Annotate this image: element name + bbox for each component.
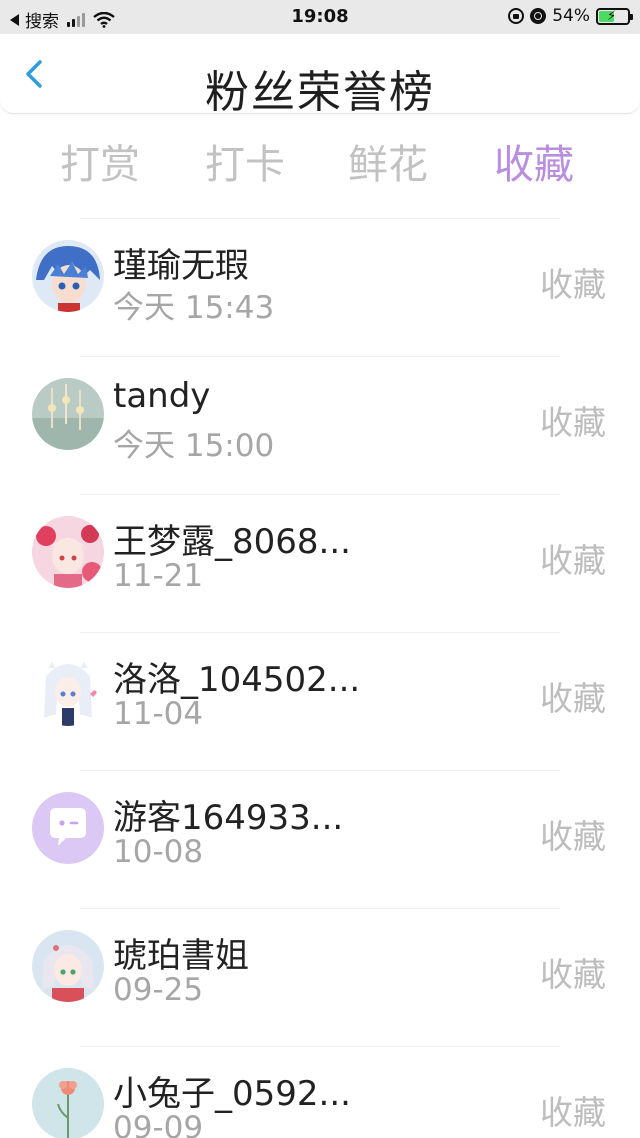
avatar[interactable] xyxy=(32,654,104,726)
divider xyxy=(80,908,560,909)
fan-name: 游客164933... xyxy=(113,798,344,838)
favorite-label: 收藏 xyxy=(540,1093,606,1132)
fan-name: tandy xyxy=(113,376,211,416)
list-item[interactable]: 游客164933... 10-08 收藏 xyxy=(0,762,640,900)
divider xyxy=(80,1046,560,1047)
favorite-label: 收藏 xyxy=(540,679,606,718)
list-item[interactable]: 王梦露_8068... 11-21 收藏 xyxy=(0,486,640,624)
charging-bolt-icon: ⚡ xyxy=(607,8,617,24)
fan-time: 09-25 xyxy=(113,972,204,1008)
divider xyxy=(80,632,560,633)
divider xyxy=(80,494,560,495)
list-item[interactable]: tandy 今天 15:00 收藏 xyxy=(0,348,640,486)
tab-favorites[interactable]: 收藏 xyxy=(494,132,574,190)
divider xyxy=(80,770,560,771)
fan-name: 琥珀書姐 xyxy=(113,936,249,976)
status-bar: 搜索 19:08 54% ⚡ xyxy=(0,0,640,34)
nav-header: 粉丝荣誉榜 xyxy=(0,34,640,118)
divider xyxy=(80,356,560,357)
fan-time: 今天 15:43 xyxy=(113,290,275,326)
battery-percent: 54% xyxy=(552,6,590,26)
fan-time: 11-04 xyxy=(113,696,204,732)
fan-name: 王梦露_8068... xyxy=(113,522,351,562)
fan-time: 今天 15:00 xyxy=(113,428,275,464)
list-item[interactable]: 洛洛_104502... 11-04 收藏 xyxy=(0,624,640,762)
list-item[interactable]: 小兔子_0592... 09-09 收藏 xyxy=(0,1038,640,1138)
fan-time: 11-21 xyxy=(113,558,204,594)
tab-bar: 打赏 打卡 鲜花 收藏 xyxy=(0,124,640,194)
fan-time: 10-08 xyxy=(113,834,204,870)
tab-reward[interactable]: 打赏 xyxy=(60,132,140,190)
avatar[interactable] xyxy=(32,240,104,312)
divider xyxy=(80,218,560,219)
fan-name: 瑾瑜无瑕 xyxy=(113,246,249,286)
tab-checkin[interactable]: 打卡 xyxy=(205,132,285,190)
list-item[interactable]: 琥珀書姐 09-25 收藏 xyxy=(0,900,640,1038)
fan-name: 洛洛_104502... xyxy=(113,660,361,700)
avatar[interactable] xyxy=(32,378,104,450)
status-right: 54% ⚡ xyxy=(508,6,633,26)
battery-icon: ⚡ xyxy=(596,7,633,25)
avatar[interactable] xyxy=(32,792,104,864)
favorite-label: 收藏 xyxy=(540,265,606,304)
page-title: 粉丝荣誉榜 xyxy=(205,67,435,118)
alarm-icon xyxy=(530,8,547,24)
fan-name: 小兔子_0592... xyxy=(113,1074,351,1114)
list-item[interactable]: 瑾瑜无瑕 今天 15:43 收藏 xyxy=(0,210,640,348)
rotation-lock-icon xyxy=(508,8,525,24)
favorite-label: 收藏 xyxy=(540,403,606,442)
avatar[interactable] xyxy=(32,930,104,1002)
avatar[interactable] xyxy=(32,1068,104,1138)
fan-time: 09-09 xyxy=(113,1110,204,1138)
tab-flowers[interactable]: 鲜花 xyxy=(348,132,428,190)
favorite-label: 收藏 xyxy=(540,541,606,580)
favorite-label: 收藏 xyxy=(540,955,606,994)
avatar[interactable] xyxy=(32,516,104,588)
favorite-label: 收藏 xyxy=(540,817,606,856)
